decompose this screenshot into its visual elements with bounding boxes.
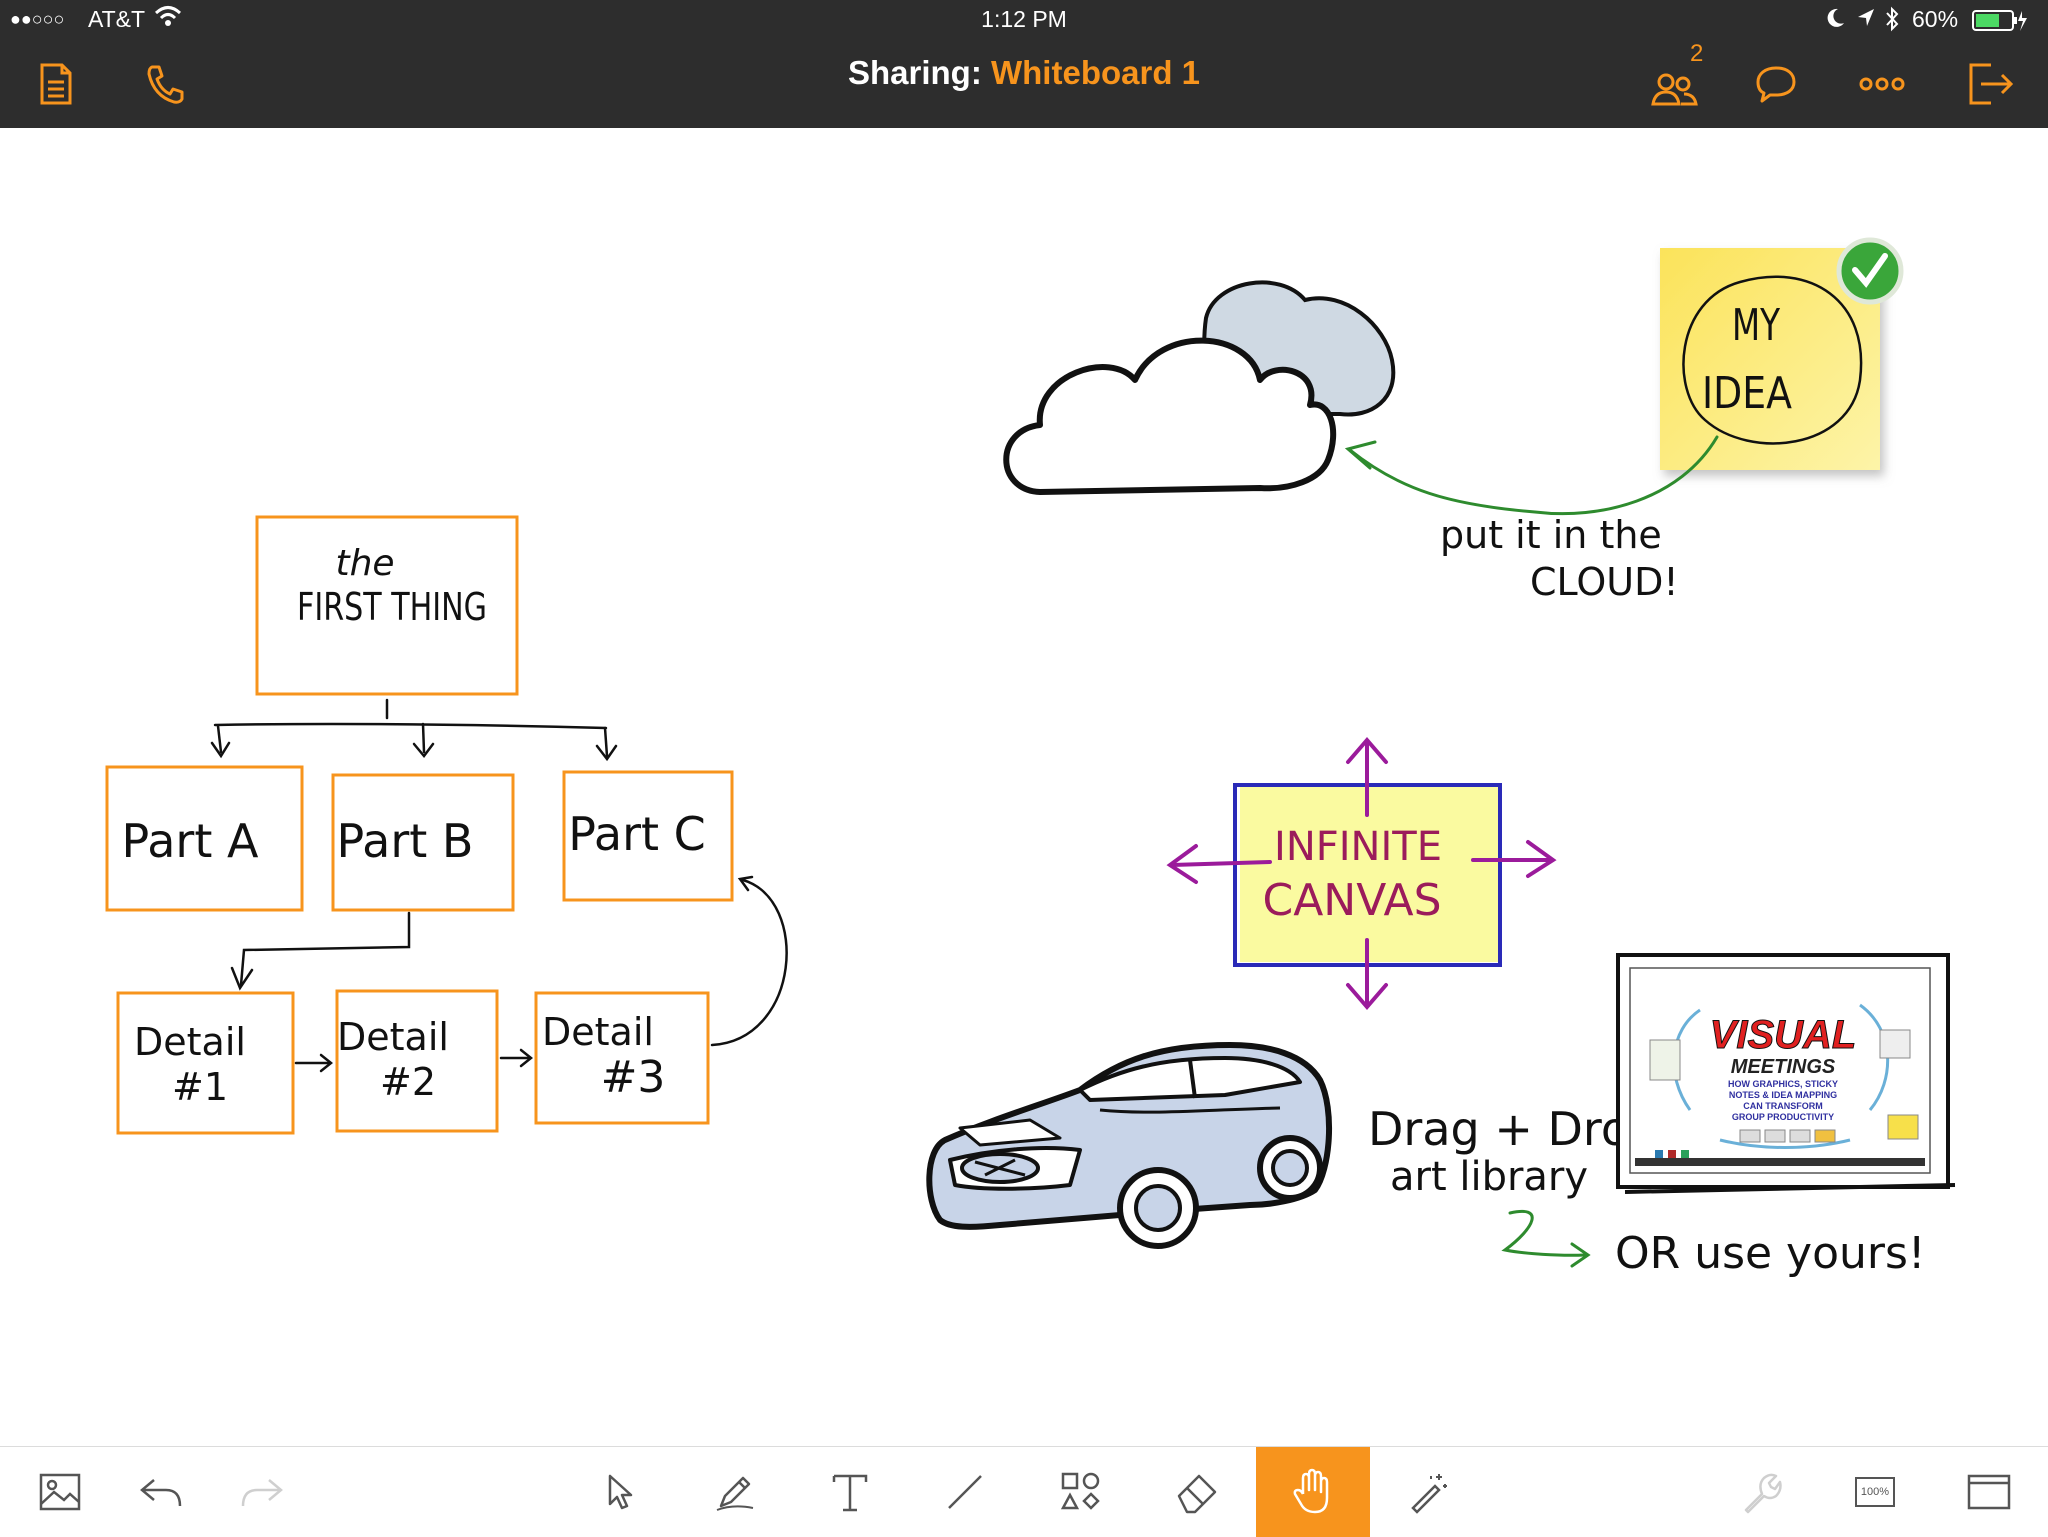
book-subtitle-3: CAN TRANSFORM [1743, 1101, 1823, 1111]
status-bar: ●●○○○ AT&T 1:12 PM 60% [0, 0, 2048, 40]
undo-button[interactable] [103, 1447, 217, 1537]
text-tool[interactable] [793, 1447, 907, 1537]
page-title: Sharing: Whiteboard 1 [0, 54, 2048, 92]
first-thing-label-2: FIRST THING [297, 585, 487, 629]
zoom-button[interactable]: 100% [1818, 1447, 1932, 1537]
pen-icon [716, 1476, 754, 1511]
cloud-note-1: put it in the [1440, 513, 1662, 557]
part-a-label: Part A [122, 814, 259, 868]
fullscreen-button[interactable] [1932, 1447, 2046, 1537]
detail-1-label-1: Detail [134, 1020, 246, 1064]
part-b-connector [230, 911, 411, 991]
or-note: OR use yours! [1615, 1228, 1926, 1279]
drag-note-2: art library [1390, 1154, 1588, 1200]
bottom-toolbar: 100% [0, 1446, 2048, 1537]
sticky-label-2: IDEA [1702, 368, 1792, 419]
eraser-tool[interactable] [1140, 1447, 1254, 1537]
book-subtitle-1: HOW GRAPHICS, STICKY [1728, 1079, 1838, 1089]
wrench-icon [1744, 1473, 1782, 1514]
first-thing-label-1: the [335, 543, 394, 584]
title-prefix: Sharing: [847, 54, 982, 91]
cloud-drawing[interactable] [1003, 280, 1396, 495]
drag-note-1: Drag + Drop [1368, 1102, 1658, 1156]
fullscreen-icon [1967, 1474, 2011, 1510]
magic-wand-tool[interactable] [1372, 1447, 1486, 1537]
book-subtitle-4: GROUP PRODUCTIVITY [1732, 1112, 1834, 1122]
flowchart: the FIRST THING Part A Part B Part C Det… [105, 515, 788, 1135]
undo-icon [140, 1479, 182, 1507]
canvas-drawing: the FIRST THING Part A Part B Part C Det… [105, 237, 1956, 1279]
select-tool[interactable] [563, 1447, 677, 1537]
tree-connectors [210, 698, 618, 762]
pan-tool[interactable] [1256, 1447, 1370, 1537]
detail-2-label-1: Detail [337, 1015, 449, 1059]
visual-meetings-image[interactable]: VISUAL MEETINGS HOW GRAPHICS, STICKY NOT… [1616, 953, 1956, 1194]
green-squiggle-arrow [1501, 1209, 1591, 1268]
line-tool[interactable] [908, 1447, 1022, 1537]
part-c-label: Part C [568, 807, 706, 861]
book-title-1: VISUAL [1710, 1013, 1857, 1057]
pointer-icon [608, 1474, 633, 1510]
detail-1-label-2: #1 [172, 1065, 228, 1109]
text-icon [832, 1474, 868, 1512]
shapes-icon [1060, 1472, 1100, 1510]
part-b-label: Part B [337, 814, 474, 868]
battery-percent: 60% [1912, 6, 1959, 32]
cloud-note-2: CLOUD! [1530, 560, 1679, 604]
eraser-icon [1177, 1474, 1217, 1514]
sticky-label-1: MY [1732, 300, 1780, 351]
zoom-indicator: 100% [1855, 1477, 1895, 1507]
moon-icon [1826, 7, 1846, 35]
redo-icon [241, 1479, 283, 1507]
magic-wand-icon [1411, 1474, 1447, 1514]
detail-2-label-2: #2 [380, 1060, 436, 1104]
car-clipart[interactable] [926, 1042, 1332, 1249]
detail-3-label-2: #3 [601, 1052, 666, 1103]
image-icon [39, 1473, 81, 1511]
battery-icon [1972, 9, 2028, 39]
shapes-tool[interactable] [1024, 1447, 1138, 1537]
zoom-label: 100% [1860, 1486, 1890, 1498]
insert-image-button[interactable] [3, 1447, 117, 1537]
infinite-label-2: CANVAS [1262, 875, 1441, 926]
sticky-note[interactable]: MY IDEA [1660, 237, 1904, 470]
settings-button[interactable] [1703, 1447, 1817, 1537]
location-icon [1856, 7, 1876, 35]
pen-tool[interactable] [678, 1447, 792, 1537]
redo-button[interactable] [206, 1447, 320, 1537]
clock: 1:12 PM [981, 6, 1067, 32]
whiteboard-name: Whiteboard 1 [991, 54, 1201, 91]
whiteboard-canvas[interactable]: the FIRST THING Part A Part B Part C Det… [0, 128, 2048, 1446]
checkmark-badge-icon [1836, 237, 1904, 305]
detail-3-label-1: Detail [542, 1010, 654, 1054]
hand-icon [1293, 1468, 1329, 1514]
line-icon [948, 1475, 982, 1509]
bluetooth-icon [1884, 6, 1900, 38]
book-subtitle-2: NOTES & IDEA MAPPING [1729, 1090, 1837, 1100]
book-title-2: MEETINGS [1731, 1056, 1836, 1078]
infinite-canvas-shape[interactable]: INFINITE CANVAS [1166, 736, 1557, 1011]
infinite-label-1: INFINITE [1274, 824, 1442, 870]
